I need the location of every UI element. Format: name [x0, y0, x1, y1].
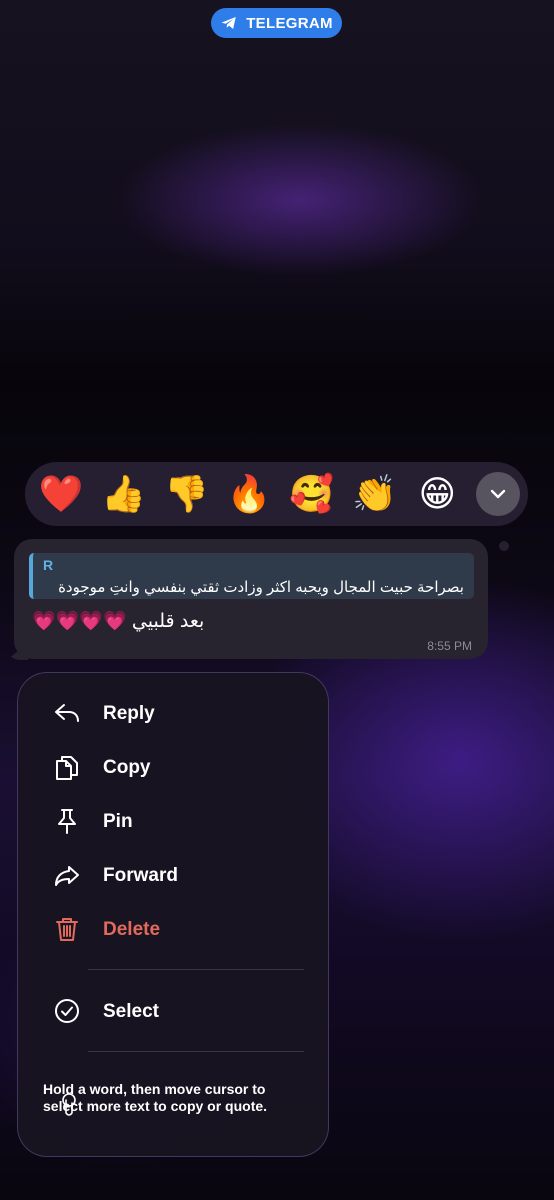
reaction-red-heart[interactable]: ❤️: [37, 470, 85, 518]
reply-label: Reply: [103, 703, 155, 724]
select-label: Select: [103, 1001, 159, 1022]
reply-text: بصراحة حبيت المجال ويحبه اكثر وزادت ثقتي…: [58, 579, 464, 596]
pin-menu-item[interactable]: Pin: [18, 799, 328, 843]
forward-menu-item[interactable]: Forward: [18, 853, 328, 897]
delete-menu-item[interactable]: Delete: [18, 907, 328, 951]
telegram-badge: TELEGRAM: [211, 8, 342, 38]
reaction-thumbs-down[interactable]: 👎: [162, 470, 210, 518]
reaction-bar-tail: [499, 541, 509, 551]
message-text: بعد قلبيي 💗💗💗💗: [32, 611, 205, 632]
message-bubble[interactable]: R بصراحة حبيت المجال ويحبه اكثر وزادت ثق…: [14, 539, 488, 659]
copy-icon: [56, 756, 78, 780]
forward-icon: [55, 866, 79, 886]
expand-reactions-button[interactable]: [475, 472, 520, 516]
trash-icon: [56, 918, 78, 941]
tap-hand-icon: [62, 1093, 76, 1116]
reply-author: R: [43, 557, 54, 573]
context-menu: Reply Copy Pin Forward Delete Select Hol…: [17, 672, 329, 1157]
chevron-down-icon: [490, 489, 506, 499]
reaction-thumbs-up[interactable]: 👍: [100, 470, 148, 518]
pin-icon: [58, 809, 76, 834]
message-time: 8:55 PM: [427, 639, 472, 653]
reaction-fire[interactable]: 🔥: [225, 470, 273, 518]
reply-icon: [55, 704, 79, 722]
delete-label: Delete: [103, 919, 161, 940]
pin-label: Pin: [103, 811, 133, 832]
checkmark-circle-icon: [55, 999, 79, 1023]
selection-hint: Hold a word, then move cursor to select …: [43, 1081, 268, 1114]
reply-menu-item[interactable]: Reply: [18, 691, 328, 735]
menu-divider: [88, 1051, 304, 1052]
select-menu-item[interactable]: Select: [18, 989, 328, 1033]
reaction-smiling-face-with-hearts[interactable]: 🥰: [288, 470, 336, 518]
reaction-beaming-face[interactable]: 😁: [413, 470, 461, 518]
reply-quote[interactable]: R بصراحة حبيت المجال ويحبه اكثر وزادت ثق…: [29, 553, 474, 599]
copy-menu-item[interactable]: Copy: [18, 745, 328, 789]
telegram-plane-icon: [221, 17, 236, 29]
forward-label: Forward: [103, 865, 178, 886]
badge-label: TELEGRAM: [246, 14, 333, 32]
reaction-bar: ❤️ 👍 👎 🔥 🥰 👏 😁: [25, 462, 528, 526]
reaction-clapping-hands[interactable]: 👏: [351, 470, 399, 518]
menu-divider: [88, 969, 304, 970]
copy-label: Copy: [103, 757, 151, 778]
